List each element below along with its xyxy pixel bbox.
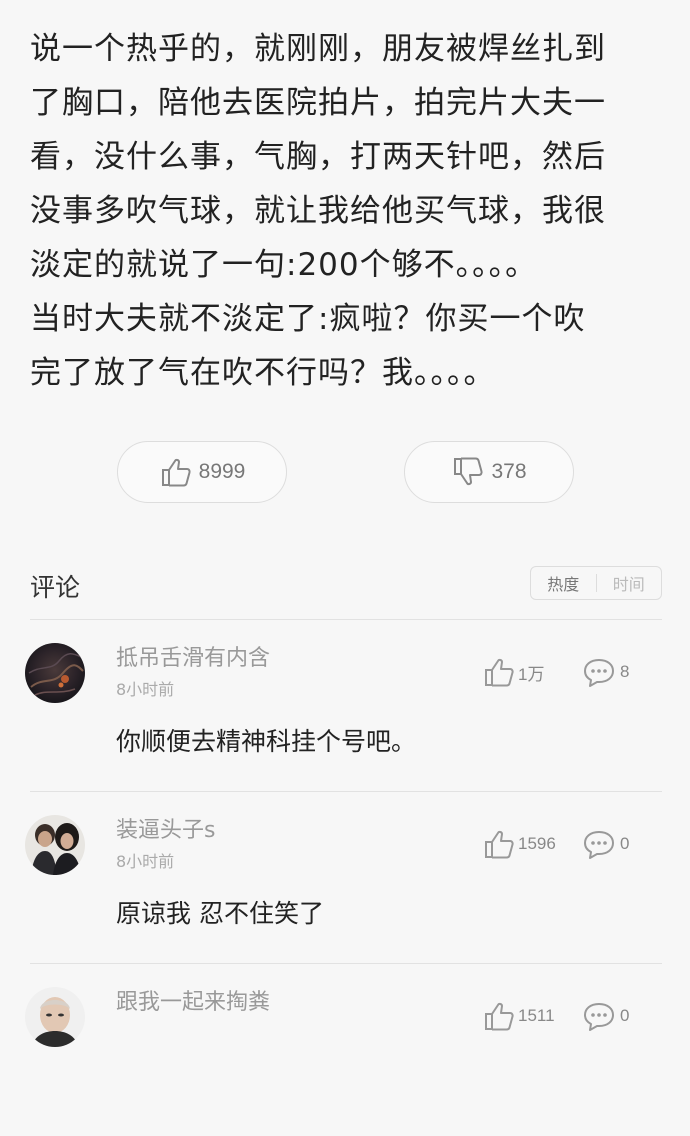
speech-bubble-icon [584,1003,614,1031]
post-line: 了胸口，陪他去医院拍片，拍完片大夫一 [30,85,606,121]
thumbs-up-icon [485,658,514,687]
comment-item: 装逼头子s 8小时前 1596 0 原谅我 忍不住笑了 [0,792,690,964]
comment-author[interactable]: 跟我一起来掏粪 [116,984,270,1016]
comment-body: 你顺便去精神科挂个号吧。 [116,727,417,756]
comment-reply-button[interactable]: 8 [582,655,629,689]
comment-like-button[interactable]: 1596 [482,827,556,861]
comment-author[interactable]: 装逼头子s [116,812,215,844]
sort-by-time[interactable]: 时间 [597,571,662,595]
sort-toggle: 热度 时间 [530,566,662,600]
avatar[interactable] [25,815,85,875]
downvote-count: 378 [491,460,527,483]
comment-reply-button[interactable]: 0 [582,999,629,1033]
thumbs-down-icon [454,457,484,486]
comment-item: 抵吊舌滑有内含 8小时前 1万 8 你顺便去精神科挂个号吧。 [0,620,690,792]
speech-bubble-icon [584,831,614,859]
thumbs-up-icon [485,1002,514,1031]
post-line: 说一个热乎的，就刚刚，朋友被焊丝扎到 [30,31,606,67]
thumbs-up-icon [485,830,514,859]
comment-author[interactable]: 抵吊舌滑有内含 [116,640,270,672]
post-line: 当时大夫就不淡定了:疯啦？你买一个吹 [30,301,586,337]
comment-reply-count: 8 [620,662,630,681]
thumbs-up-icon [161,458,191,487]
comment-reply-count: 0 [620,834,630,853]
comment-like-count: 1511 [518,1006,555,1025]
upvote-button[interactable]: 8999 [117,441,287,503]
comment-item: 跟我一起来掏粪 1511 0 [0,964,690,1136]
post-line: 淡定的就说了一句:200个够不。。。。 [30,247,538,283]
comment-like-button[interactable]: 1万 [482,655,544,689]
comment-like-count: 1万 [518,664,545,684]
comment-body: 原谅我 忍不住笑了 [116,899,324,928]
comment-time: 8小时前 [116,852,175,871]
avatar[interactable] [25,643,85,703]
speech-bubble-icon [584,659,614,687]
post-line: 看，没什么事，气胸，打两天针吧，然后 [30,139,606,175]
comment-like-button[interactable]: 1511 [482,999,555,1033]
comment-reply-count: 0 [620,1006,630,1025]
comments-title: 评论 [30,573,81,602]
comment-reply-button[interactable]: 0 [582,827,629,861]
avatar[interactable] [25,987,85,1047]
upvote-count: 8999 [198,460,246,483]
comment-like-count: 1596 [518,834,556,853]
post-line: 完了放了气在吹不行吗？我。。。。 [30,355,496,391]
downvote-button[interactable]: 378 [404,441,574,503]
comment-time: 8小时前 [116,680,175,699]
post-line: 没事多吹气球，就让我给他买气球，我很 [30,193,606,229]
sort-by-hot[interactable]: 热度 [531,571,596,595]
post-text: 说一个热乎的，就刚刚，朋友被焊丝扎到 了胸口，陪他去医院拍片，拍完片大夫一 看，… [30,22,670,400]
comments-header: 评论 热度 时间 [0,552,690,616]
